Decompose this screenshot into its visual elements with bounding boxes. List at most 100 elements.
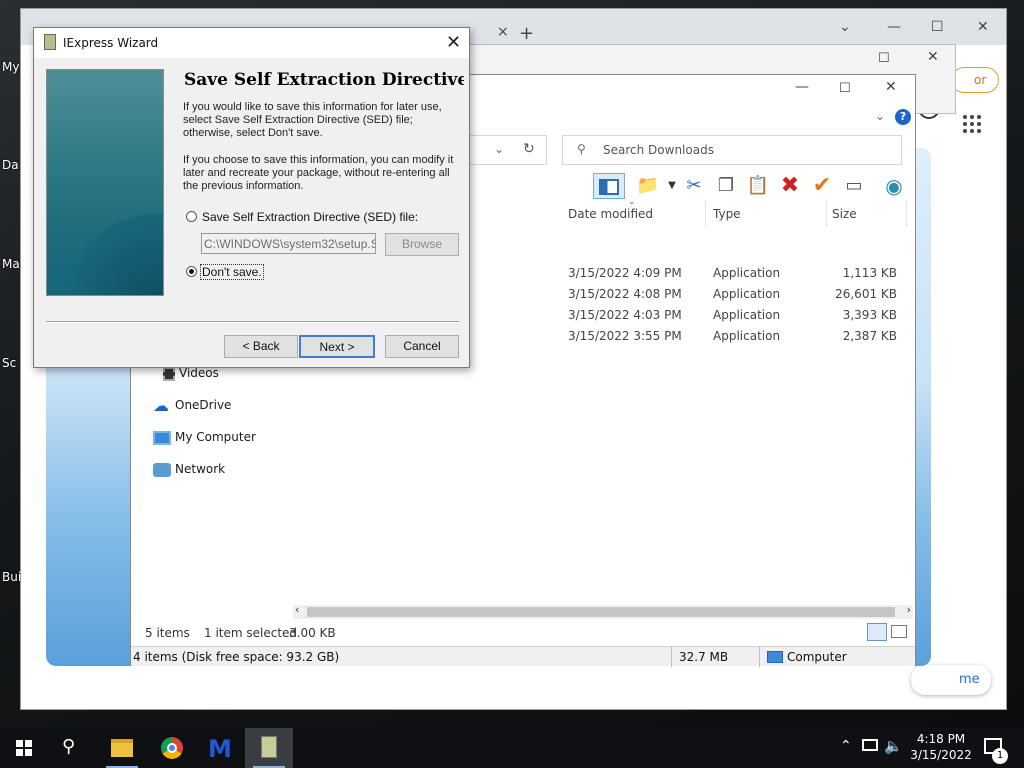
- clock[interactable]: 4:18 PM 3/15/2022: [906, 731, 976, 763]
- taskbar-chrome[interactable]: [148, 728, 196, 768]
- iexpress-wizard-dialog: IExpress Wizard ✕ Save Self Extraction D…: [33, 27, 470, 368]
- tab-close-icon[interactable]: ×: [497, 24, 509, 40]
- browse-button[interactable]: Browse: [385, 233, 459, 256]
- me-button[interactable]: me: [911, 665, 991, 695]
- new-folder-icon[interactable]: 📁: [635, 173, 661, 199]
- dialog-title: IExpress Wizard: [63, 36, 159, 50]
- dont-save-label[interactable]: Don't save.: [200, 264, 264, 280]
- copy-icon[interactable]: ❐: [713, 173, 739, 199]
- checkmark-icon[interactable]: ✔: [809, 173, 835, 199]
- row-date: 3/15/2022 4:03 PM: [568, 308, 682, 322]
- back-button[interactable]: < Back: [224, 335, 298, 358]
- chevron-down-icon[interactable]: ⌄: [494, 142, 504, 156]
- search-button[interactable]: ⚲: [48, 728, 96, 768]
- help-icon[interactable]: ?: [895, 109, 911, 125]
- row-size: 1,113 KB: [842, 266, 897, 280]
- row-date: 3/15/2022 4:08 PM: [568, 287, 682, 301]
- taskbar-iexpress[interactable]: [245, 728, 293, 768]
- chevron-down-icon[interactable]: ⌄: [875, 109, 885, 123]
- column-header-date[interactable]: Date modified: [568, 201, 706, 227]
- nav-item-label: Videos: [179, 366, 219, 380]
- cancel-button[interactable]: Cancel: [385, 335, 459, 358]
- nav-item-onedrive[interactable]: ☁ OneDrive: [153, 395, 232, 415]
- paste-icon[interactable]: 📋: [745, 173, 771, 199]
- close-icon[interactable]: ✕: [446, 32, 461, 53]
- volume-icon[interactable]: 🔈: [884, 737, 903, 755]
- video-icon: [163, 366, 175, 381]
- apps-grid-icon[interactable]: [963, 115, 981, 133]
- nav-item-network[interactable]: Network: [153, 462, 225, 477]
- cloud-icon: ☁: [153, 395, 169, 415]
- refresh-icon[interactable]: ↻: [523, 141, 535, 157]
- large-icons-view-icon[interactable]: [891, 625, 907, 638]
- start-button[interactable]: [0, 728, 48, 768]
- location-label: Computer: [787, 650, 847, 664]
- monitor-icon: [153, 430, 171, 445]
- desktop-icon-label[interactable]: My: [2, 60, 19, 74]
- nav-item-label: My Computer: [175, 430, 256, 444]
- status-selected: 1 item selected: [204, 626, 298, 640]
- clock-time: 4:18 PM: [916, 732, 966, 746]
- column-label: Size: [832, 207, 857, 221]
- browser-pill-button[interactable]: or: [951, 67, 999, 93]
- dialog-paragraph-2: If you choose to save this information, …: [183, 154, 454, 192]
- notification-badge: 1: [992, 748, 1008, 764]
- malwarebytes-icon: M: [208, 735, 232, 763]
- row-type: Application: [713, 287, 781, 301]
- network-icon[interactable]: [862, 739, 878, 751]
- desktop-icon-label[interactable]: Da: [2, 158, 19, 172]
- save-sed-radio[interactable]: [186, 211, 197, 222]
- dont-save-radio[interactable]: [186, 266, 197, 277]
- divider: [759, 647, 760, 667]
- maximize-icon[interactable]: ☐: [839, 81, 851, 96]
- details-status-bar: 4 items (Disk free space: 93.2 GB) 32.7 …: [131, 646, 915, 667]
- cut-icon[interactable]: ✂: [681, 173, 707, 199]
- desktop-icon-label[interactable]: Bui: [2, 570, 21, 584]
- properties-icon[interactable]: ▭: [841, 173, 867, 199]
- nav-item-my-computer[interactable]: My Computer: [153, 430, 256, 445]
- row-date: 3/15/2022 3:55 PM: [568, 329, 682, 343]
- clock-date: 3/15/2022: [910, 748, 972, 762]
- address-bar[interactable]: ⌄: [467, 135, 547, 165]
- search-input[interactable]: ⚲ Search Downloads: [562, 135, 902, 165]
- status-item-count: 5 items: [145, 626, 190, 640]
- search-placeholder: Search Downloads: [603, 143, 714, 157]
- desktop-icon-label[interactable]: Sc: [2, 356, 16, 370]
- chevron-up-icon[interactable]: ⌃: [840, 738, 852, 754]
- row-type: Application: [713, 308, 781, 322]
- row-size: 26,601 KB: [835, 287, 897, 301]
- close-icon[interactable]: ✕: [927, 49, 939, 65]
- close-icon[interactable]: ✕: [977, 19, 989, 35]
- taskbar-file-explorer[interactable]: [98, 728, 146, 768]
- minimize-icon[interactable]: —: [795, 79, 809, 95]
- delete-icon[interactable]: ✖: [777, 173, 803, 199]
- save-sed-label[interactable]: Save Self Extraction Directive (SED) fil…: [202, 210, 418, 224]
- dialog-separator: [46, 321, 459, 323]
- column-header-type[interactable]: Type: [713, 201, 827, 227]
- taskbar-malwarebytes[interactable]: M: [196, 728, 244, 768]
- sed-path-input[interactable]: C:\WINDOWS\system32\setup.SED: [201, 233, 376, 254]
- network-icon: [153, 462, 171, 477]
- sort-arrow-icon: ⌄: [628, 197, 636, 207]
- next-button[interactable]: Next >: [299, 335, 375, 358]
- new-tab-button[interactable]: +: [519, 23, 534, 44]
- folder-icon: [111, 739, 133, 757]
- chevron-down-icon[interactable]: ⌄: [839, 19, 851, 35]
- nav-item-videos[interactable]: Videos: [163, 366, 219, 381]
- desktop-icon-label[interactable]: Ma: [2, 257, 20, 271]
- scroll-left-icon[interactable]: ‹: [295, 603, 299, 616]
- scrollbar-thumb[interactable]: [307, 607, 895, 617]
- scroll-right-icon[interactable]: ›: [907, 603, 911, 616]
- column-label: Date modified: [568, 207, 654, 221]
- preview-pane-icon[interactable]: [593, 173, 625, 199]
- minimize-icon[interactable]: —: [887, 19, 901, 35]
- globe-icon[interactable]: ◉: [881, 173, 907, 199]
- maximize-icon[interactable]: ☐: [931, 19, 944, 35]
- close-icon[interactable]: ✕: [885, 79, 897, 95]
- details-view-icon[interactable]: [867, 623, 887, 641]
- horizontal-scrollbar[interactable]: ‹ ›: [293, 603, 913, 619]
- column-header-size[interactable]: Size: [832, 201, 907, 227]
- nav-item-label: OneDrive: [175, 398, 232, 412]
- maximize-icon[interactable]: ☐: [878, 51, 890, 66]
- search-icon: ⚲: [577, 142, 586, 156]
